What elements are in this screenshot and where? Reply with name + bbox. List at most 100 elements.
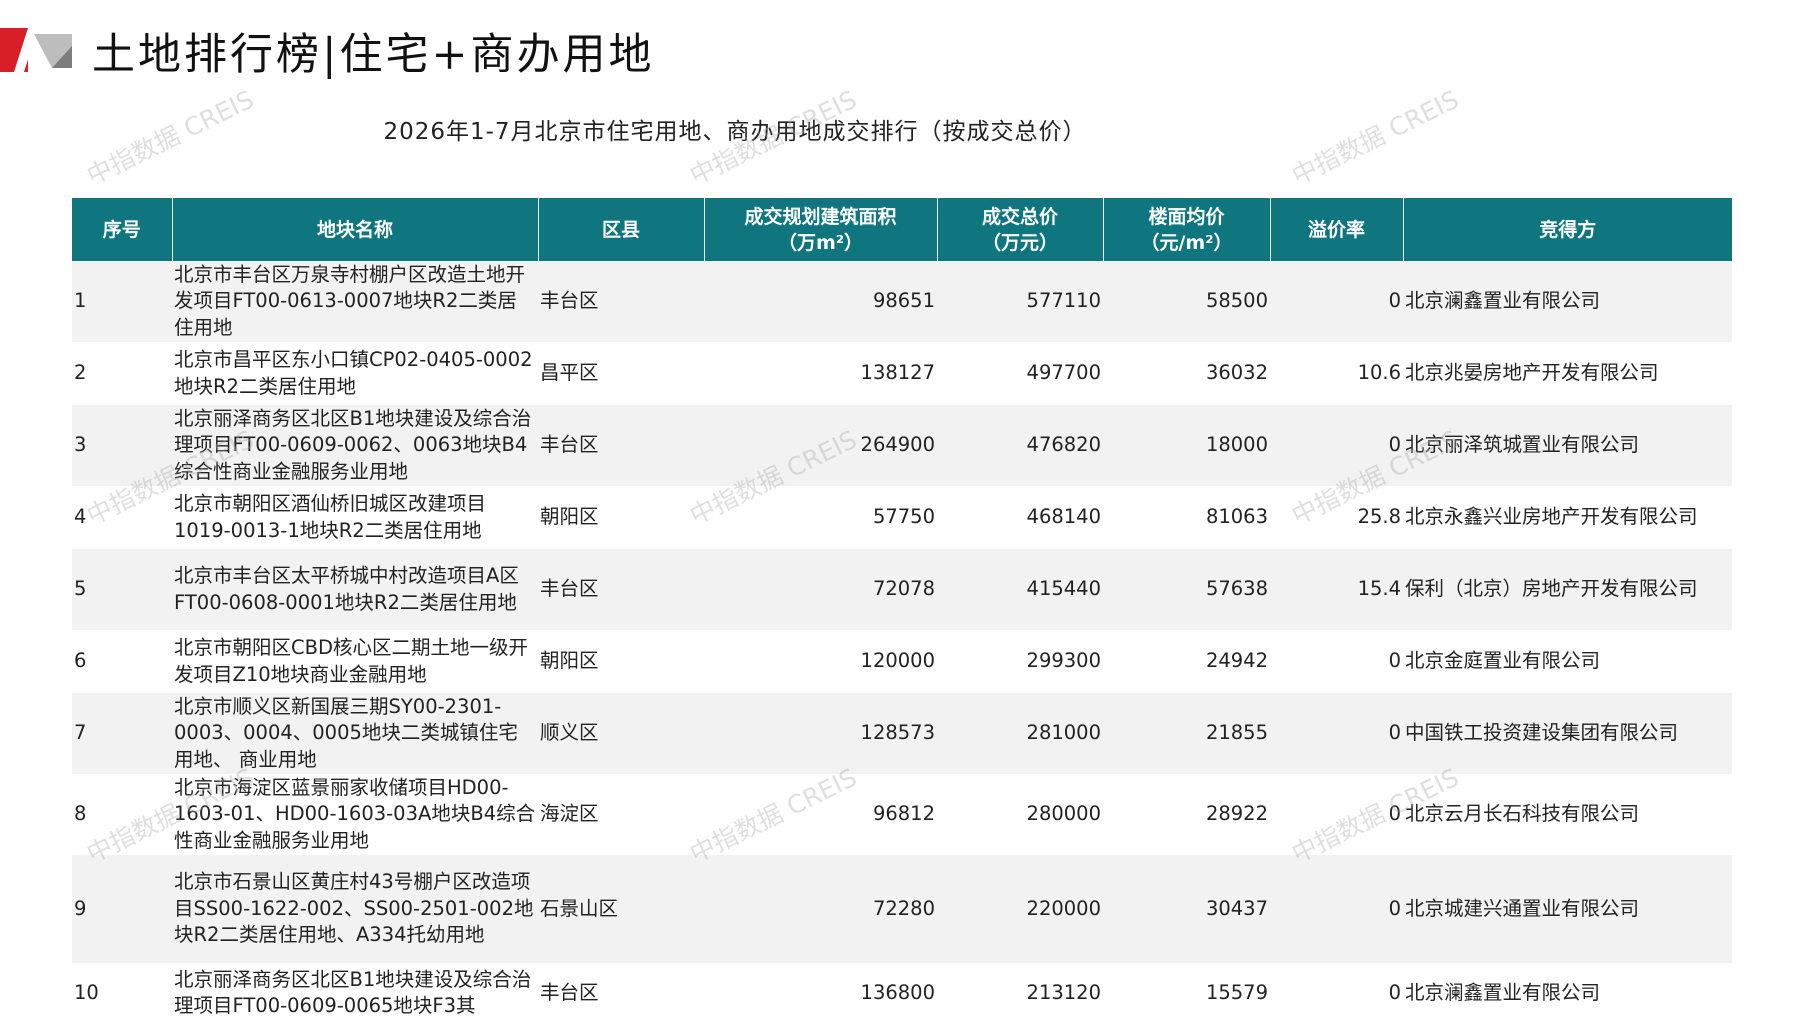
- cell-premium: 25.8: [1270, 486, 1403, 549]
- cell-total-price: 220000: [937, 855, 1103, 963]
- cell-total-price: 468140: [937, 486, 1103, 549]
- cell-rank: 4: [72, 486, 172, 549]
- cell-area: 98651: [704, 261, 937, 342]
- table-row: 4 北京市朝阳区酒仙桥旧城区改建项目1019-0013-1地块R2二类居住用地 …: [72, 486, 1732, 549]
- cell-rank: 10: [72, 963, 172, 1023]
- cell-name: 北京丽泽商务区北区B1地块建设及综合治理项目FT00-0609-0062、006…: [172, 405, 538, 486]
- cell-winner: 北京云月长石科技有限公司: [1403, 774, 1732, 855]
- table-row: 8 北京市海淀区蓝景丽家收储项目HD00-1603-01、HD00-1603-0…: [72, 774, 1732, 855]
- cell-total-price: 577110: [937, 261, 1103, 342]
- cell-winner: 北京永鑫兴业房地产开发有限公司: [1403, 486, 1732, 549]
- cell-premium: 0: [1270, 963, 1403, 1023]
- cell-unit-price: 21855: [1103, 693, 1270, 774]
- cell-premium: 0: [1270, 693, 1403, 774]
- column-header-name: 地块名称: [172, 198, 539, 261]
- column-header-area-line1: 成交规划建筑面积: [744, 205, 897, 228]
- cell-winner: 北京丽泽筑城置业有限公司: [1403, 405, 1732, 486]
- cell-unit-price: 18000: [1103, 405, 1270, 486]
- cell-premium: 0: [1270, 261, 1403, 342]
- cell-unit-price: 24942: [1103, 630, 1270, 693]
- table-row: 2 北京市昌平区东小口镇CP02-0405-0002地块R2二类居住用地 昌平区…: [72, 342, 1732, 405]
- column-header-unit-line2: （元/m²）: [1140, 231, 1233, 254]
- cell-unit-price: 58500: [1103, 261, 1270, 342]
- cell-district: 丰台区: [538, 963, 704, 1023]
- cell-rank: 9: [72, 855, 172, 963]
- cell-premium: 0: [1270, 774, 1403, 855]
- cell-premium: 0: [1270, 405, 1403, 486]
- cell-rank: 2: [72, 342, 172, 405]
- cell-winner: 中国铁工投资建设集团有限公司: [1403, 693, 1732, 774]
- table-row: 6 北京市朝阳区CBD核心区二期土地一级开发项目Z10地块商业金融用地 朝阳区 …: [72, 630, 1732, 693]
- cell-name: 北京市朝阳区CBD核心区二期土地一级开发项目Z10地块商业金融用地: [172, 630, 538, 693]
- cell-winner: 北京金庭置业有限公司: [1403, 630, 1732, 693]
- land-ranking-table: 序号 地块名称 区县 成交规划建筑面积 （万m²） 成交总价 （万元） 楼面均价…: [72, 198, 1732, 1023]
- cell-area: 136800: [704, 963, 937, 1023]
- cell-district: 海淀区: [538, 774, 704, 855]
- cell-rank: 6: [72, 630, 172, 693]
- page-title: 土地排行榜|住宅+商办用地: [92, 30, 655, 80]
- cell-area: 57750: [704, 486, 937, 549]
- cell-rank: 1: [72, 261, 172, 342]
- column-header-total-line1: 成交总价: [981, 205, 1058, 228]
- cell-district: 丰台区: [538, 261, 704, 342]
- cell-winner: 北京兆晏房地产开发有限公司: [1403, 342, 1732, 405]
- cell-area: 72078: [704, 549, 937, 630]
- cell-unit-price: 15579: [1103, 963, 1270, 1023]
- table-row: 1 北京市丰台区万泉寺村棚户区改造土地开发项目FT00-0613-0007地块R…: [72, 261, 1732, 342]
- cell-district: 昌平区: [538, 342, 704, 405]
- column-header-unit-price: 楼面均价 （元/m²）: [1103, 198, 1271, 261]
- cell-total-price: 497700: [937, 342, 1103, 405]
- cell-winner: 北京澜鑫置业有限公司: [1403, 261, 1732, 342]
- cell-area: 72280: [704, 855, 937, 963]
- cell-name: 北京市海淀区蓝景丽家收储项目HD00-1603-01、HD00-1603-03A…: [172, 774, 538, 855]
- table-row: 3 北京丽泽商务区北区B1地块建设及综合治理项目FT00-0609-0062、0…: [72, 405, 1732, 486]
- column-header-premium: 溢价率: [1270, 198, 1404, 261]
- cell-winner: 保利（北京）房地产开发有限公司: [1403, 549, 1732, 630]
- cell-total-price: 299300: [937, 630, 1103, 693]
- cell-total-price: 476820: [937, 405, 1103, 486]
- cell-district: 顺义区: [538, 693, 704, 774]
- cell-unit-price: 36032: [1103, 342, 1270, 405]
- column-header-area-line2: （万m²）: [777, 231, 864, 254]
- brand-logo-icon: [0, 28, 72, 72]
- cell-premium: 10.6: [1270, 342, 1403, 405]
- cell-premium: 0: [1270, 630, 1403, 693]
- cell-total-price: 280000: [937, 774, 1103, 855]
- cell-rank: 5: [72, 549, 172, 630]
- cell-rank: 3: [72, 405, 172, 486]
- table-row: 7 北京市顺义区新国展三期SY00-2301-0003、0004、0005地块二…: [72, 693, 1732, 774]
- cell-unit-price: 30437: [1103, 855, 1270, 963]
- table-row: 5 北京市丰台区太平桥城中村改造项目A区FT00-0608-0001地块R2二类…: [72, 549, 1732, 630]
- column-header-area: 成交规划建筑面积 （万m²）: [704, 198, 938, 261]
- cell-area: 120000: [704, 630, 937, 693]
- cell-unit-price: 81063: [1103, 486, 1270, 549]
- cell-rank: 8: [72, 774, 172, 855]
- column-header-total-line2: （万元）: [981, 231, 1058, 254]
- cell-district: 丰台区: [538, 549, 704, 630]
- cell-total-price: 213120: [937, 963, 1103, 1023]
- cell-name: 北京市丰台区太平桥城中村改造项目A区FT00-0608-0001地块R2二类居住…: [172, 549, 538, 630]
- cell-district: 丰台区: [538, 405, 704, 486]
- cell-name: 北京市石景山区黄庄村43号棚户区改造项目SS00-1622-002、SS00-2…: [172, 855, 538, 963]
- cell-area: 264900: [704, 405, 937, 486]
- table-header-row: 序号 地块名称 区县 成交规划建筑面积 （万m²） 成交总价 （万元） 楼面均价…: [72, 198, 1732, 261]
- cell-total-price: 281000: [937, 693, 1103, 774]
- cell-winner: 北京城建兴通置业有限公司: [1403, 855, 1732, 963]
- cell-total-price: 415440: [937, 549, 1103, 630]
- cell-unit-price: 28922: [1103, 774, 1270, 855]
- cell-name: 北京市朝阳区酒仙桥旧城区改建项目1019-0013-1地块R2二类居住用地: [172, 486, 538, 549]
- cell-name: 北京丽泽商务区北区B1地块建设及综合治理项目FT00-0609-0065地块F3…: [172, 963, 538, 1023]
- cell-name: 北京市丰台区万泉寺村棚户区改造土地开发项目FT00-0613-0007地块R2二…: [172, 261, 538, 342]
- cell-district: 石景山区: [538, 855, 704, 963]
- column-header-unit-line1: 楼面均价: [1148, 205, 1225, 228]
- table-row: 10 北京丽泽商务区北区B1地块建设及综合治理项目FT00-0609-0065地…: [72, 963, 1732, 1023]
- column-header-total: 成交总价 （万元）: [937, 198, 1104, 261]
- cell-rank: 7: [72, 693, 172, 774]
- column-header-district: 区县: [538, 198, 705, 261]
- cell-premium: 0: [1270, 855, 1403, 963]
- cell-winner: 北京澜鑫置业有限公司: [1403, 963, 1732, 1023]
- table-row: 9 北京市石景山区黄庄村43号棚户区改造项目SS00-1622-002、SS00…: [72, 855, 1732, 963]
- cell-area: 128573: [704, 693, 937, 774]
- cell-district: 朝阳区: [538, 486, 704, 549]
- table-title: 2026年1-7月北京市住宅用地、商办用地成交排行（按成交总价）: [383, 119, 1087, 145]
